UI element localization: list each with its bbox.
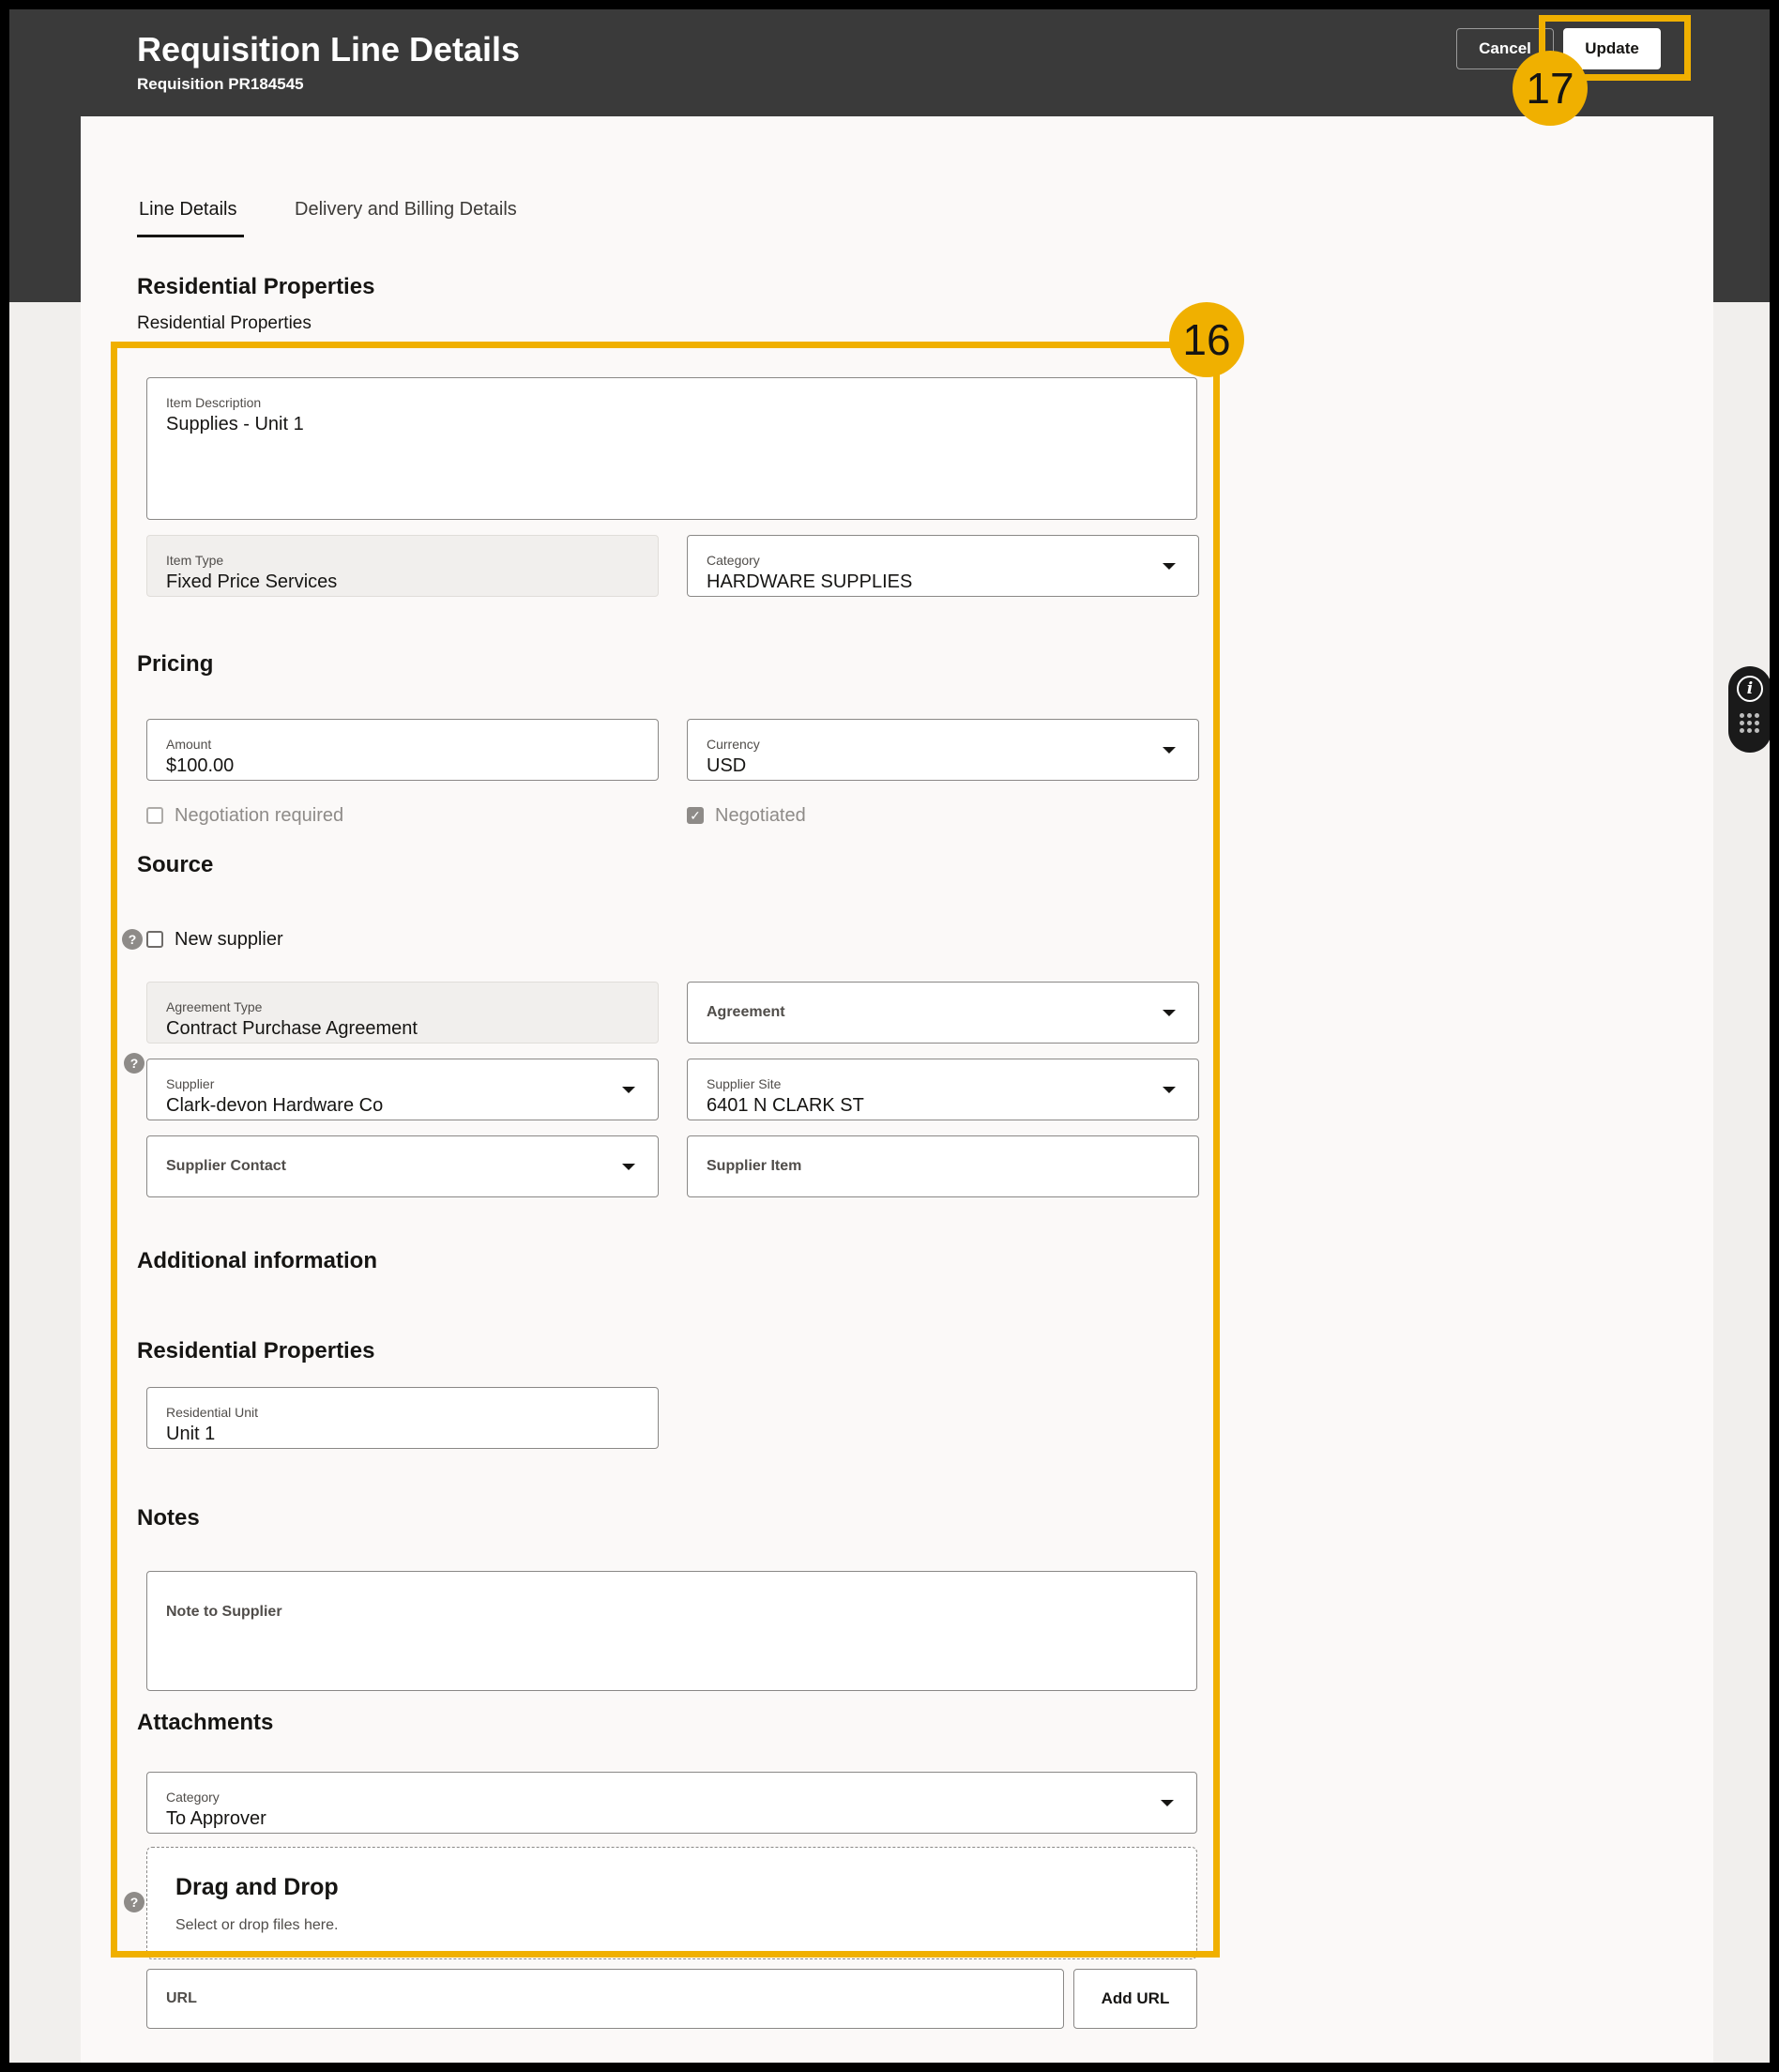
callout-badge-17: 17 [1513,51,1588,126]
section-subtitle-residential: Residential Properties [137,313,312,333]
url-label: URL [166,1990,197,2006]
url-input[interactable]: URL [146,1969,1064,2029]
callout-highlight-16 [111,342,1220,1958]
page-title: Requisition Line Details [137,30,521,69]
add-url-button[interactable]: Add URL [1073,1969,1197,2029]
grid-dots-icon[interactable] [1740,713,1760,734]
side-help-widget[interactable]: i [1728,666,1770,753]
app-frame: Requisition Line Details Requisition PR1… [9,9,1770,2063]
tab-line-details[interactable]: Line Details [139,199,237,221]
page-subtitle: Requisition PR184545 [137,75,304,93]
section-title-residential: Residential Properties [137,274,375,299]
info-icon[interactable]: i [1737,676,1763,702]
callout-badge-16: 16 [1169,302,1244,377]
tab-delivery-billing[interactable]: Delivery and Billing Details [295,199,517,221]
tab-selected-indicator [137,235,244,237]
